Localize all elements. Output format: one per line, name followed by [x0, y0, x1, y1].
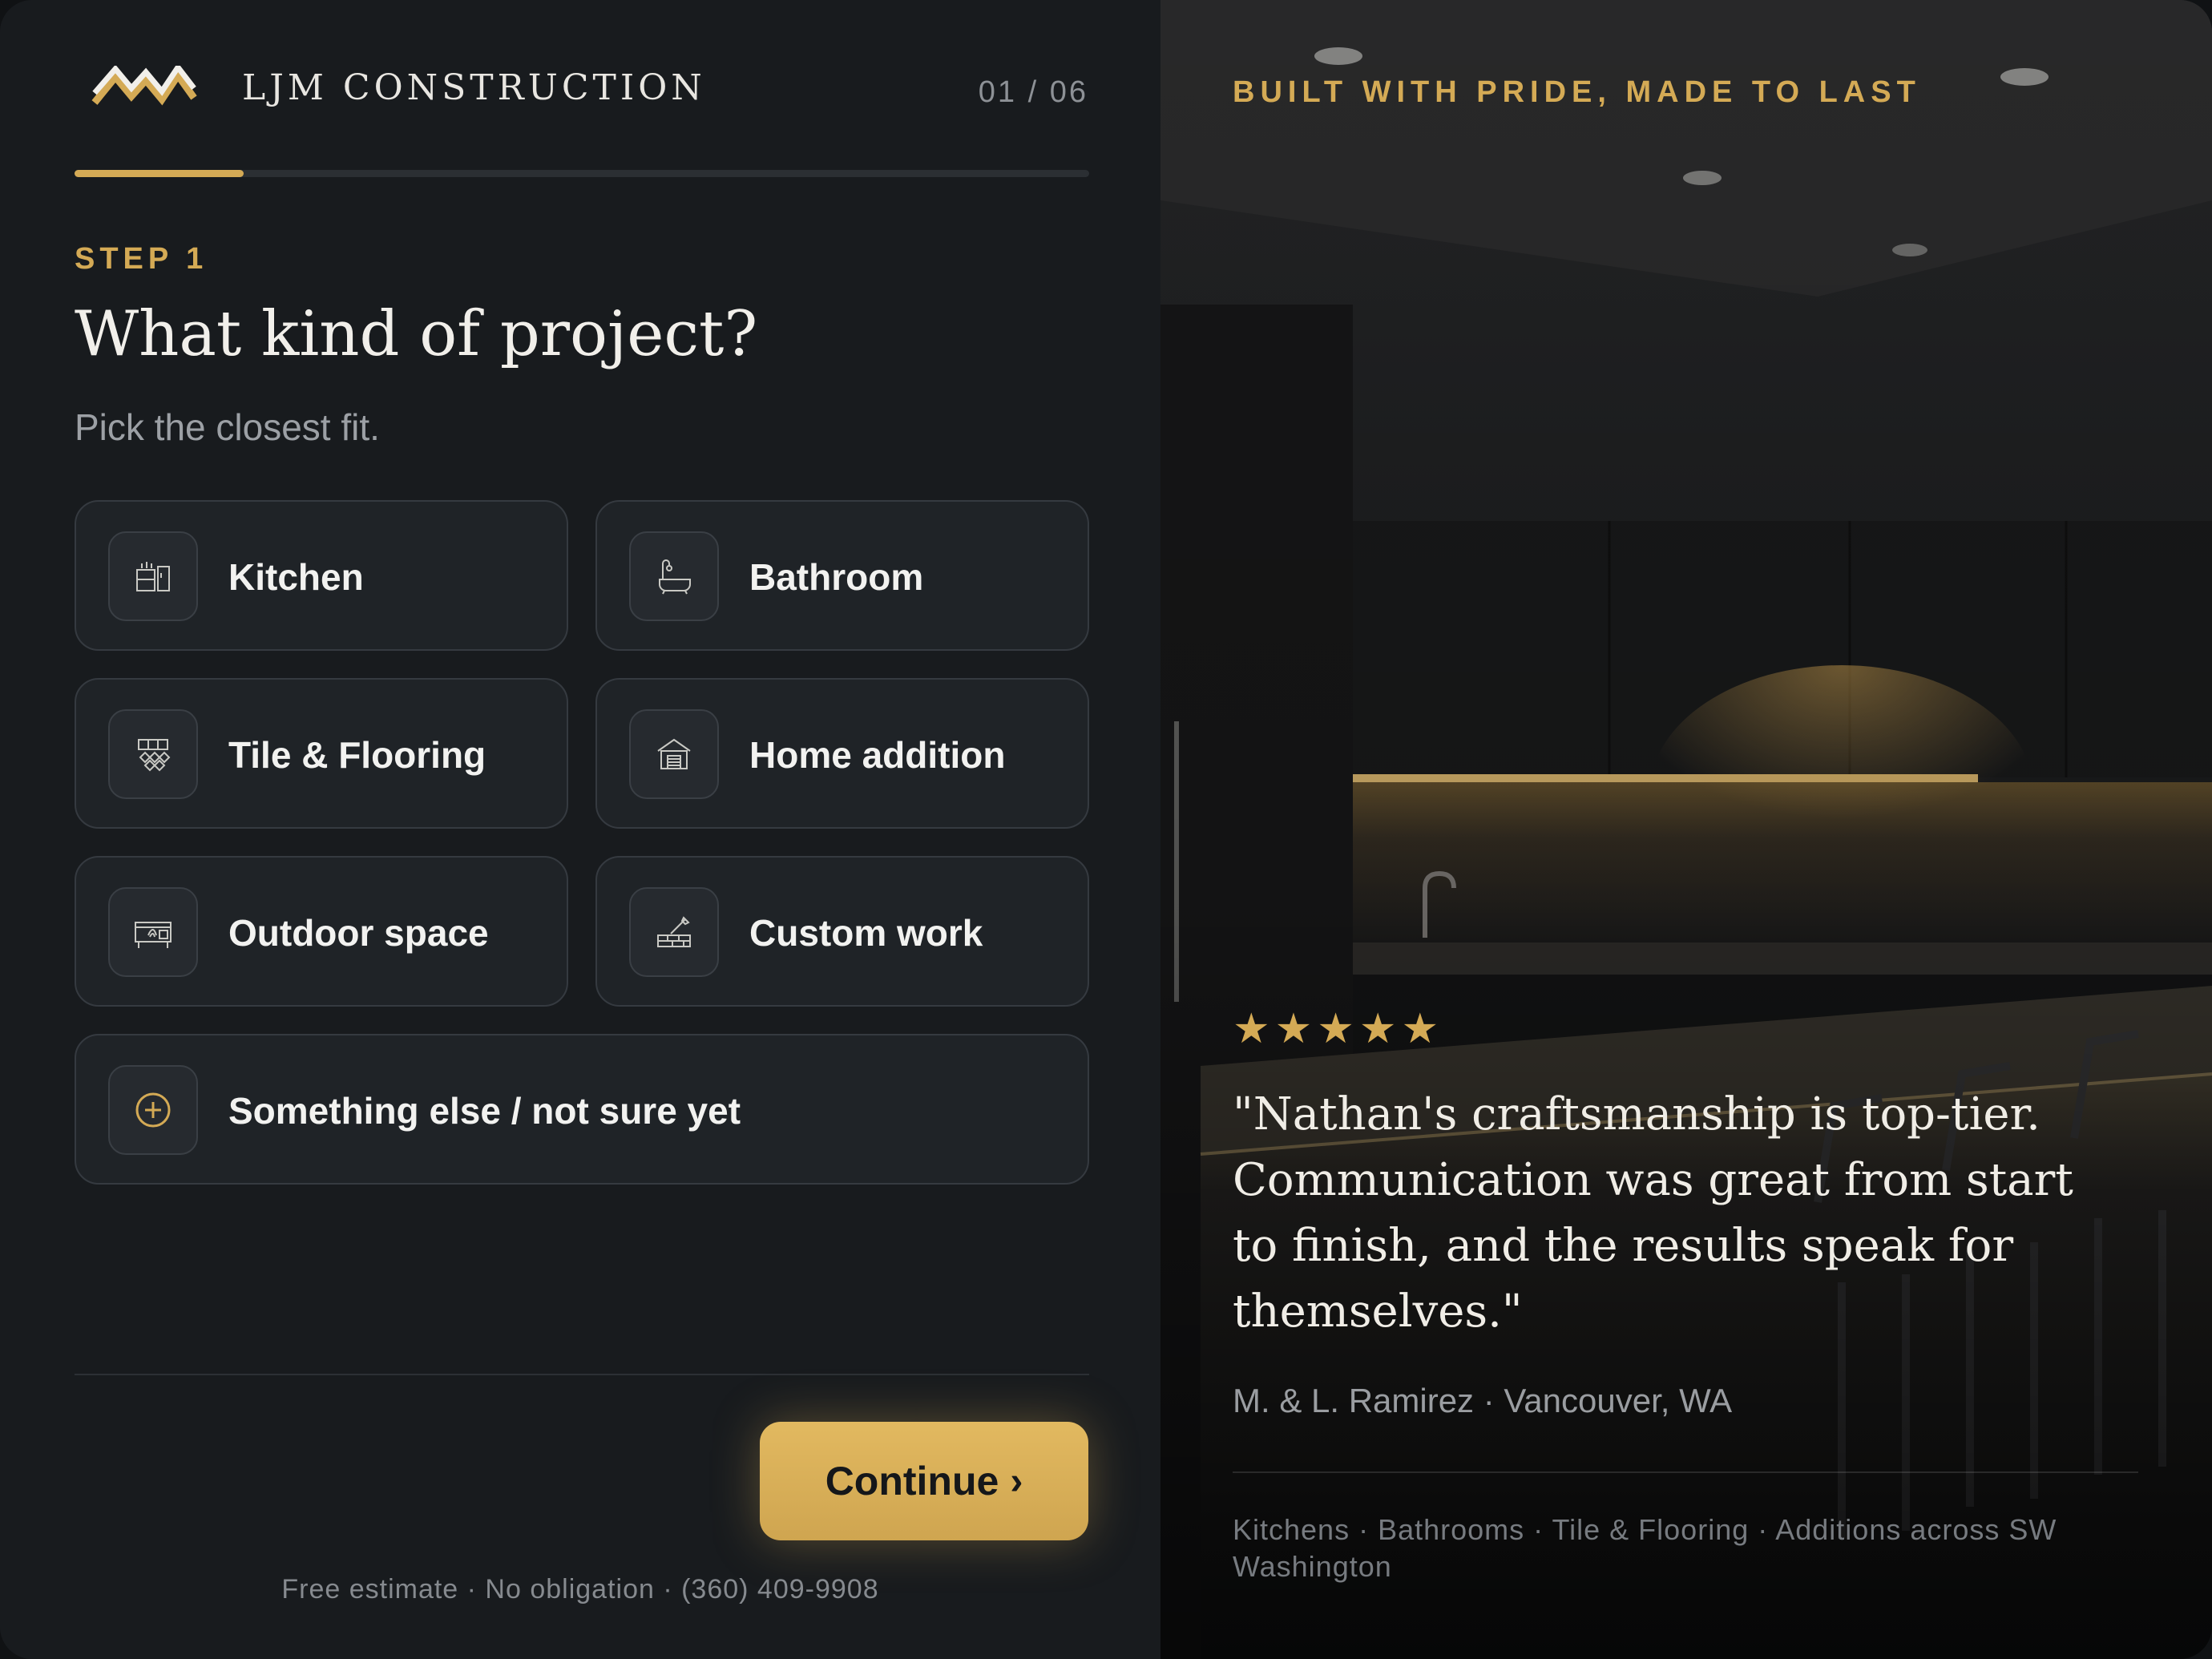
- step-eyebrow: STEP 1: [75, 242, 208, 276]
- option-custom-work[interactable]: Custom work: [595, 856, 1089, 1007]
- option-label: Custom work: [749, 912, 983, 954]
- option-label: Kitchen: [228, 556, 364, 598]
- kitchen-icon: [108, 531, 198, 621]
- continue-label: Continue: [825, 1459, 999, 1504]
- house-addition-icon: [629, 709, 719, 799]
- option-outdoor-space[interactable]: Outdoor space: [75, 856, 568, 1007]
- testimonial-quote: "Nathan's craftsmanship is top-tier. Com…: [1233, 1088, 2073, 1338]
- outdoor-grill-icon: [108, 887, 198, 977]
- bathtub-icon: [629, 531, 719, 621]
- tile-icon: [108, 709, 198, 799]
- chevron-right-icon: ›: [1010, 1459, 1023, 1503]
- brand[interactable]: LJM CONSTRUCTION: [91, 66, 702, 111]
- star-icon: ★: [1401, 1006, 1439, 1052]
- continue-button[interactable]: Continue ›: [760, 1422, 1088, 1540]
- mountain-logo-icon: [91, 66, 197, 106]
- footer-divider: [75, 1374, 1089, 1375]
- option-label: Outdoor space: [228, 912, 489, 954]
- service-area-text: Kitchens · Bathrooms · Tile & Flooring ·…: [1233, 1513, 2057, 1583]
- option-label: Something else / not sure yet: [228, 1090, 741, 1132]
- option-bathroom[interactable]: Bathroom: [595, 500, 1089, 651]
- option-label: Tile & Flooring: [228, 734, 486, 776]
- custom-work-icon: [629, 887, 719, 977]
- brand-name: LJM CONSTRUCTION: [242, 67, 706, 108]
- estimate-wizard: LJM CONSTRUCTION 01 / 06 STEP 1 What kin…: [0, 0, 2212, 1659]
- rating-stars: ★ ★ ★ ★ ★: [1233, 1007, 1439, 1052]
- option-label: Home addition: [749, 734, 1006, 776]
- star-icon: ★: [1317, 1006, 1354, 1052]
- page-title: What kind of project?: [75, 298, 758, 370]
- progress-bar-fill: [75, 170, 244, 177]
- testimonial-divider: [1233, 1471, 2138, 1473]
- testimonial-author: M. & L. Ramirez · Vancouver, WA: [1233, 1382, 1733, 1419]
- star-icon: ★: [1358, 1006, 1397, 1052]
- progress-bar: [75, 170, 1089, 177]
- star-icon: ★: [1233, 1006, 1270, 1052]
- testimonial-panel: BUILT WITH PRIDE, MADE TO LAST ★ ★ ★ ★ ★ "Na…: [1160, 0, 2212, 1659]
- option-tile-flooring[interactable]: Tile & Flooring: [75, 678, 568, 829]
- option-something-else[interactable]: Something else / not sure yet: [75, 1034, 1089, 1185]
- brand-tagline: BUILT WITH PRIDE, MADE TO LAST: [1233, 75, 1921, 109]
- step-counter: 01 / 06: [978, 75, 1088, 109]
- page-subtitle: Pick the closest fit.: [75, 406, 380, 448]
- option-home-addition[interactable]: Home addition: [595, 678, 1089, 829]
- wizard-panel: LJM CONSTRUCTION 01 / 06 STEP 1 What kin…: [0, 0, 1160, 1659]
- contact-footnote: Free estimate · No obligation · (360) 40…: [281, 1574, 879, 1605]
- plus-circle-icon: [108, 1065, 198, 1155]
- star-icon: ★: [1274, 1006, 1313, 1052]
- option-label: Bathroom: [749, 556, 924, 598]
- option-kitchen[interactable]: Kitchen: [75, 500, 568, 651]
